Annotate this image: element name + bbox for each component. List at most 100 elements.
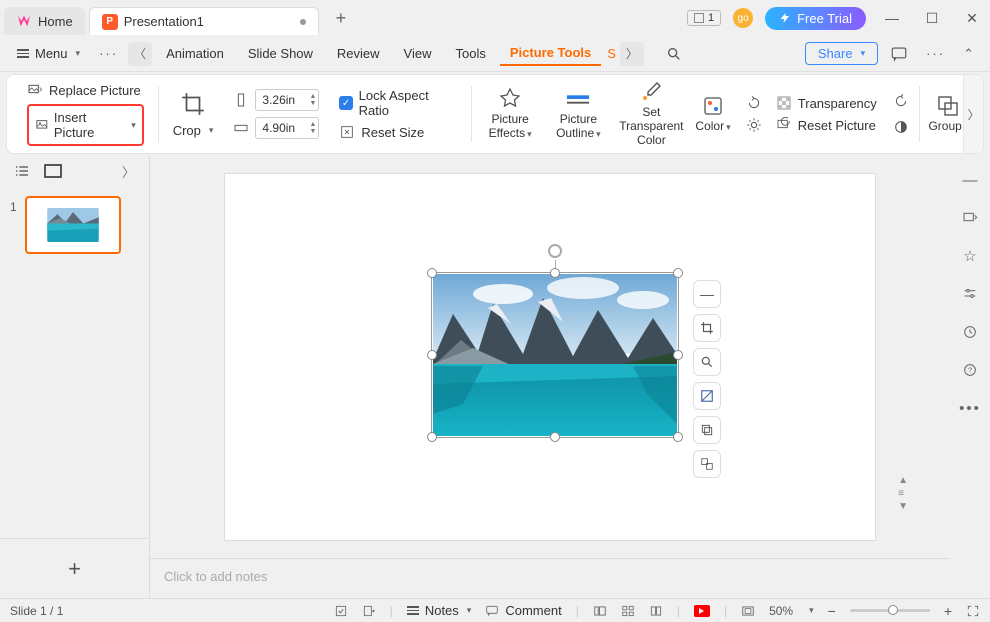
color-button[interactable]: Color▾ (690, 94, 736, 134)
tab-animation[interactable]: Animation (156, 42, 234, 65)
resize-handle-br[interactable] (673, 432, 683, 442)
export-icon[interactable] (362, 604, 376, 618)
ribbon-expand-button[interactable]: 〉 (963, 75, 983, 153)
sorter-view-icon[interactable] (621, 604, 635, 618)
insert-picture-button[interactable]: Insert Picture ▾ (27, 104, 144, 146)
tab-slideshow[interactable]: Slide Show (238, 42, 323, 65)
free-trial-button[interactable]: Free Trial (765, 7, 866, 30)
vertical-scroll-arrows[interactable]: ▲≡▼ (898, 475, 908, 512)
transparency-button[interactable]: Transparency (776, 95, 877, 111)
width-input[interactable]: 4.90in▲▼ (255, 117, 319, 139)
rail-collapse-icon[interactable]: — (960, 170, 980, 190)
fit-view-icon[interactable] (741, 604, 755, 618)
reset-size-button[interactable]: Reset Size (339, 124, 457, 140)
tab-doc-label: Presentation1 (124, 14, 204, 29)
spellcheck-icon[interactable] (334, 604, 348, 618)
resize-handle-t[interactable] (550, 268, 560, 278)
comment-icon (485, 604, 499, 618)
reset-picture-button[interactable]: Reset Picture (776, 117, 877, 133)
rotate-left-icon[interactable] (746, 95, 762, 111)
zoom-out-button[interactable]: − (828, 603, 836, 619)
ribbon-scroll-right[interactable]: 〉 (620, 42, 644, 66)
menu-overflow[interactable]: ··· (93, 46, 124, 61)
outline-view-icon[interactable] (14, 163, 30, 179)
zoom-in-button[interactable]: + (944, 603, 952, 619)
window-close[interactable]: ✕ (958, 10, 986, 27)
eyedropper-icon (639, 80, 663, 104)
fit-to-window-icon[interactable] (966, 604, 980, 618)
picture-effects-button[interactable]: Picture Effects▾ (476, 87, 544, 141)
tab-picture-tools[interactable]: Picture Tools (500, 41, 601, 66)
rail-help-icon[interactable]: ? (960, 360, 980, 380)
color-palette-icon (701, 94, 725, 118)
share-button[interactable]: Share▾ (805, 42, 878, 65)
window-maximize[interactable]: ☐ (918, 10, 946, 27)
float-crop-button[interactable] (693, 314, 721, 342)
tab-tools[interactable]: Tools (446, 42, 496, 65)
contrast-icon[interactable] (893, 119, 909, 135)
window-counter[interactable]: 1 (687, 10, 721, 26)
zoom-slider[interactable] (850, 609, 930, 612)
tab-home-label: Home (38, 14, 73, 29)
picture-outline-button[interactable]: Picture Outline▾ (544, 87, 612, 141)
thumbnail-view-icon[interactable] (44, 164, 62, 178)
float-zoom-button[interactable] (693, 348, 721, 376)
crop-button[interactable]: Crop▾ (173, 123, 214, 138)
resize-handle-r[interactable] (673, 350, 683, 360)
reading-view-icon[interactable] (649, 604, 663, 618)
slide-canvas[interactable]: — ▲≡▼ (150, 156, 950, 558)
slide: — (225, 174, 875, 540)
status-notes-button[interactable]: Notes▾ (407, 603, 472, 618)
float-more-button[interactable] (693, 450, 721, 478)
rail-settings-icon[interactable] (960, 284, 980, 304)
normal-view-icon[interactable] (593, 604, 607, 618)
rotate-handle[interactable] (548, 244, 562, 258)
tab-review[interactable]: Review (327, 42, 390, 65)
float-copy-button[interactable] (693, 416, 721, 444)
collapse-ribbon[interactable]: ⌃ (963, 46, 974, 62)
thumbnail-image (47, 208, 99, 242)
selected-picture[interactable]: — (433, 274, 677, 436)
float-transparency-button[interactable] (693, 382, 721, 410)
ribbon-panel: Replace Picture Insert Picture ▾ Crop▾ 3… (6, 74, 984, 154)
window-minimize[interactable]: — (878, 10, 906, 26)
wps-logo-icon (16, 13, 32, 29)
main-menu-button[interactable]: Menu ▾ (8, 41, 89, 66)
status-bar: Slide 1 / 1 | Notes▾ Comment | | | 50%▾ … (0, 598, 990, 622)
tab-document[interactable]: P Presentation1 (89, 7, 319, 35)
slide-thumbnail[interactable]: 1 (10, 196, 139, 254)
height-input[interactable]: 3.26in▲▼ (255, 89, 319, 111)
play-slideshow-icon[interactable] (694, 605, 710, 617)
replace-picture-button[interactable]: Replace Picture (27, 82, 144, 98)
ribbon-scroll-left[interactable]: 〈 (128, 42, 152, 66)
rotate-right-icon[interactable] (893, 93, 909, 109)
brightness-icon[interactable] (746, 117, 762, 133)
new-tab-button[interactable]: + (327, 8, 355, 29)
group-icon (936, 94, 960, 118)
tab-view[interactable]: View (394, 42, 442, 65)
add-slide-button[interactable]: + (0, 538, 149, 598)
selection-outline (431, 272, 679, 438)
float-collapse-button[interactable]: — (693, 280, 721, 308)
chat-icon[interactable] (890, 45, 908, 63)
zoom-value[interactable]: 50% (769, 604, 793, 618)
search-icon[interactable] (666, 46, 682, 62)
set-transparent-color-button[interactable]: Set Transparent Color (613, 80, 691, 147)
more-icon[interactable]: ··· (920, 46, 951, 61)
resize-handle-b[interactable] (550, 432, 560, 442)
rail-favorite-icon[interactable]: ☆ (960, 246, 980, 266)
rail-history-icon[interactable] (960, 322, 980, 342)
tab-home[interactable]: Home (4, 7, 85, 35)
rail-extract-icon[interactable] (960, 208, 980, 228)
tab-close-icon[interactable] (300, 19, 306, 25)
rail-more-icon[interactable]: ••• (960, 398, 980, 418)
resize-handle-tl[interactable] (427, 268, 437, 278)
panel-chevron-icon[interactable]: 〉 (122, 162, 135, 181)
user-avatar[interactable]: go (733, 8, 753, 28)
resize-handle-bl[interactable] (427, 432, 437, 442)
resize-handle-tr[interactable] (673, 268, 683, 278)
lock-aspect-checkbox[interactable]: ✓Lock Aspect Ratio (339, 88, 457, 118)
status-comment-button[interactable]: Comment (485, 603, 561, 618)
notes-pane[interactable]: Click to add notes (150, 558, 950, 598)
resize-handle-l[interactable] (427, 350, 437, 360)
